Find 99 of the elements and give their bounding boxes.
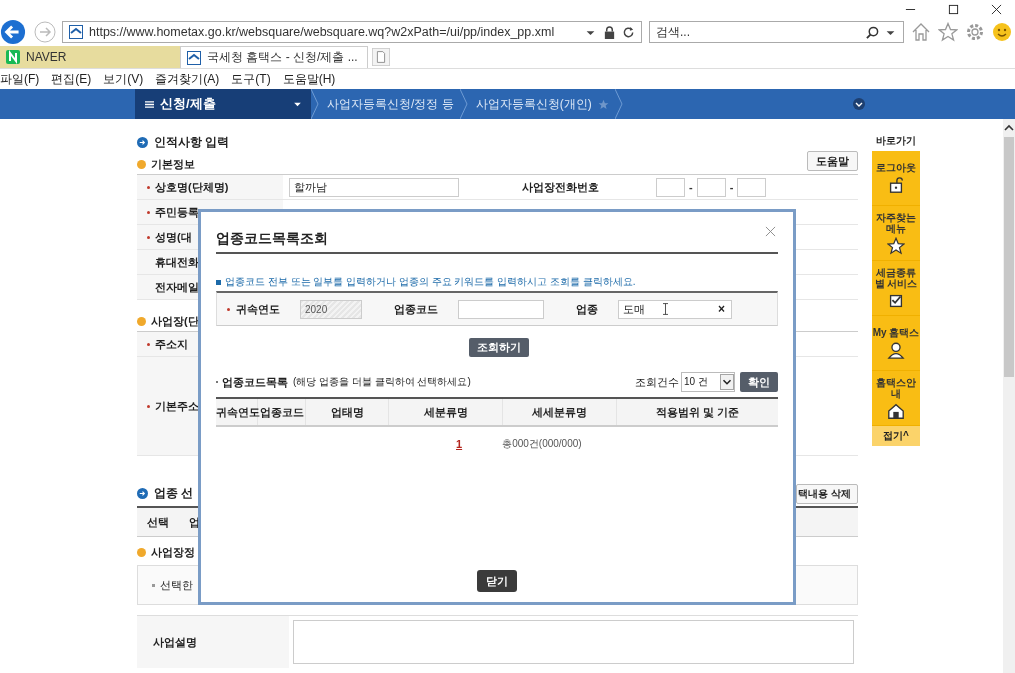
menu-icon [145, 99, 154, 109]
column-header: 업 [188, 514, 201, 530]
lock-icon [887, 176, 905, 194]
close-icon[interactable] [991, 3, 1002, 15]
field-label: 업종코드 [394, 301, 438, 317]
address-field[interactable]: https://www.hometax.go.kr/websquare/websquare.wq?w2xPath=/ui/pp/index_pp.xml [62, 21, 642, 43]
site-icon [187, 50, 201, 65]
column-header: 업종코드 [258, 399, 306, 425]
text-cursor-icon [663, 303, 668, 315]
site-icon [6, 50, 20, 64]
menu-item[interactable]: 파일(F) [0, 70, 46, 88]
site-icon [69, 25, 83, 39]
column-header: 업태명 [306, 399, 389, 425]
separator: - [689, 181, 693, 193]
breadcrumb-link[interactable]: 사업자등록신청/정정 등 [327, 95, 454, 113]
phone-input[interactable] [696, 177, 726, 197]
house-icon [887, 401, 905, 420]
field-label: 휴대전화 [155, 254, 199, 270]
list-title: 업종코드목록 [222, 374, 288, 390]
chevron-icon [311, 89, 319, 119]
page-link[interactable]: 1 [456, 438, 463, 450]
subsection-title: 사업장(단 [151, 313, 199, 329]
industry-field[interactable]: 도매 × [618, 299, 732, 319]
text-area[interactable] [293, 620, 854, 664]
search-field[interactable]: 검색... [649, 21, 904, 43]
chevron-icon [614, 89, 623, 119]
total-count: 총000건(000/000) [502, 437, 582, 451]
column-header: 적용범위 및 기준 [655, 405, 740, 420]
clear-button[interactable]: × [718, 300, 725, 318]
field-label: 성명(대 [155, 229, 192, 245]
field-label: 주소지 [155, 336, 188, 352]
scrollbar[interactable] [1003, 119, 1015, 673]
separator: - [729, 181, 734, 193]
field-label: 업종 [576, 301, 598, 317]
settings-icon[interactable] [965, 22, 985, 42]
phone-input[interactable] [737, 177, 767, 197]
bullet-icon [216, 279, 221, 285]
field-label: 귀속연도 [236, 301, 280, 317]
subsection-title: 사업장정 [151, 544, 195, 560]
quick-menu-item[interactable]: My 홈택스 [872, 316, 920, 371]
menu-item[interactable]: 보기(V) [103, 70, 150, 88]
person-icon [887, 341, 905, 359]
quick-menu-item[interactable]: 자주찾는 메뉴 [872, 206, 920, 261]
quick-menu-title: 바로가기 [876, 134, 916, 148]
count-label: 조회건수 [635, 374, 679, 390]
count-select[interactable]: 10 건 [681, 372, 735, 392]
quick-menu-item[interactable]: 로그아웃 [872, 151, 920, 206]
field-label: 주민등록 [155, 204, 199, 220]
menu-item[interactable]: 도움말(H) [282, 70, 342, 88]
browser-tab[interactable]: 국세청 홈택스 - 신청/제출 ... [180, 46, 368, 68]
field-label: 사업장전화번호 [522, 179, 599, 195]
search-button[interactable]: 조회하기 [468, 338, 529, 357]
dialog-title: 업종코드목록조회 [216, 230, 328, 248]
field-label: 사업설명 [153, 634, 197, 650]
forward-icon[interactable] [34, 21, 56, 43]
column-header: 세분류명 [389, 399, 503, 425]
back-icon[interactable] [0, 19, 26, 45]
menu-item[interactable]: 도구(T) [231, 70, 277, 88]
browser-tab[interactable]: NAVER [0, 46, 180, 68]
collapse-button[interactable]: 접기^ [872, 426, 920, 446]
menu-dropdown[interactable]: 신청/제출 [135, 89, 311, 119]
help-button[interactable]: 도움말 [807, 151, 858, 171]
code-field[interactable] [458, 299, 544, 319]
section-title: 업종 선 [154, 484, 194, 502]
field-label: 기본주소 [155, 398, 199, 414]
smiley-icon[interactable] [992, 22, 1012, 42]
phone-input[interactable] [656, 177, 685, 197]
text-input[interactable]: 할까남 [289, 177, 459, 197]
refresh-icon[interactable] [622, 25, 635, 39]
hint-text: 업종코드 전부 또는 일부를 입력하거나 업종의 주요 키워드를 입력하시고 조회를 클릭하세요. [225, 275, 636, 289]
close-button[interactable]: 닫기 [477, 570, 517, 592]
quick-menu-item[interactable]: 세금종류별 서비스 [872, 261, 920, 316]
field-label: 상호명(단체명) [155, 179, 229, 195]
home-icon[interactable] [911, 22, 931, 42]
lock-icon [603, 25, 616, 39]
section-title: 인적사항 입력 [154, 133, 230, 151]
maximize-icon[interactable] [948, 3, 959, 15]
info-note: 선택한 [160, 577, 193, 593]
caret-icon [294, 101, 301, 107]
confirm-button[interactable]: 확인 [740, 372, 778, 392]
scroll-up-icon[interactable] [1004, 123, 1014, 133]
breadcrumb-link[interactable]: 사업자등록신청(개인) [475, 95, 592, 113]
menu-item[interactable]: 즐겨찾기(A) [155, 70, 226, 88]
subsection-title: 기본정보 [151, 156, 195, 172]
dropdown-icon [720, 373, 734, 391]
search-icon[interactable] [866, 25, 879, 39]
expand-icon[interactable] [853, 98, 865, 110]
column-header: 세세분류명 [503, 399, 617, 425]
new-tab-icon[interactable] [372, 48, 390, 66]
star-icon[interactable] [597, 98, 609, 110]
star-icon[interactable] [938, 22, 958, 42]
column-header: 선택 [146, 514, 170, 530]
year-field: 2020 [300, 299, 362, 319]
star-icon [887, 236, 905, 255]
chevron-icon [459, 89, 468, 119]
menu-item[interactable]: 편집(E) [51, 70, 98, 88]
list-note: (해당 업종을 더블 클릭하여 선택하세요) [293, 375, 471, 389]
delete-button[interactable]: 택내용 삭제 [796, 484, 858, 504]
field-label: 전자메일 [155, 279, 199, 295]
